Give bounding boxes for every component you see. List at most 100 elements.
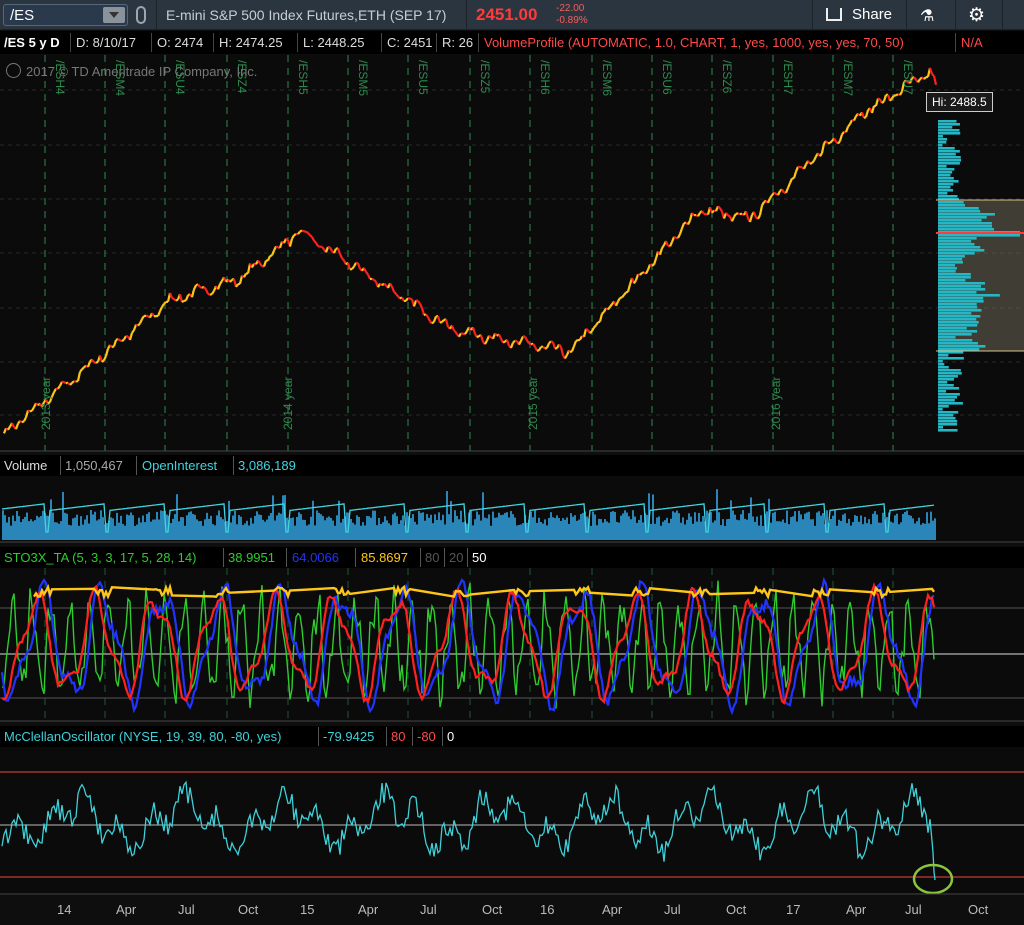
x-axis-label: Jul — [905, 902, 922, 917]
volume-bar — [776, 521, 778, 540]
profile-bar — [938, 354, 949, 357]
volume-bar — [92, 514, 94, 540]
contract-label: /ESH6 — [538, 60, 552, 95]
price-segment — [825, 140, 829, 145]
volume-bar — [388, 523, 390, 540]
price-segment — [601, 311, 605, 315]
volume-label[interactable]: Volume — [4, 458, 47, 473]
price-segment — [397, 295, 401, 300]
volume-bar — [882, 512, 884, 540]
volume-bar — [20, 522, 22, 540]
volume-bar — [412, 514, 414, 540]
volume-bar — [398, 523, 400, 540]
volume-bar — [838, 519, 840, 540]
profile-bar — [938, 423, 957, 426]
volume-bar — [810, 519, 812, 540]
volume-bar — [822, 513, 824, 540]
volume-bar — [574, 515, 576, 540]
profile-bar — [938, 297, 984, 300]
open-interest-label[interactable]: OpenInterest — [142, 458, 217, 473]
profile-bar — [938, 420, 958, 423]
contract-label: /ESU5 — [416, 60, 430, 95]
sto-label[interactable]: STO3X_TA (5, 3, 3, 17, 5, 28, 14) — [4, 550, 196, 565]
volume-bar — [278, 512, 280, 540]
volume-bar — [70, 525, 72, 540]
volume-bar — [438, 512, 440, 540]
volume-bar — [314, 525, 316, 540]
info-icon[interactable] — [6, 63, 21, 78]
volume-bar — [706, 510, 708, 540]
volume-bar — [242, 525, 244, 540]
volume-bar — [136, 524, 138, 540]
price-segment — [717, 205, 721, 209]
volume-bar — [686, 519, 688, 540]
mcc-pane-bg — [0, 747, 1024, 894]
volume-bar — [788, 524, 790, 540]
profile-bar — [938, 417, 956, 420]
volume-bar — [266, 519, 268, 540]
volume-bar — [540, 521, 542, 540]
volume-bar — [62, 491, 64, 540]
profile-bar — [938, 372, 962, 375]
volume-bar — [334, 525, 336, 540]
price-segment — [585, 327, 589, 332]
volume-bar — [858, 521, 860, 540]
volume-bar — [592, 511, 594, 540]
volume-bar — [750, 497, 752, 540]
volume-bar — [454, 510, 456, 540]
price-segment — [528, 342, 532, 346]
x-axis-label: 14 — [57, 902, 72, 917]
price-segment — [301, 229, 305, 233]
volume-bar — [330, 517, 332, 540]
price-segment — [313, 239, 317, 244]
volume-bar — [214, 525, 216, 540]
volume-bar — [598, 518, 600, 540]
volume-bar — [874, 511, 876, 540]
volume-bar — [54, 522, 56, 540]
volume-bar — [316, 510, 318, 540]
price-segment — [597, 320, 601, 324]
volume-bar — [904, 511, 906, 540]
price-segment — [383, 282, 387, 287]
volume-bar — [2, 510, 4, 540]
mcc-upper: 80 — [391, 729, 406, 744]
price-segment — [305, 230, 309, 234]
profile-bar — [938, 390, 947, 393]
volume-bar — [478, 514, 480, 540]
x-axis-label: 17 — [786, 902, 801, 917]
volume-bar — [418, 511, 420, 540]
profile-bar — [938, 342, 978, 345]
volume-bar — [176, 494, 178, 540]
volume-bar — [820, 515, 822, 540]
volume-bar — [780, 521, 782, 540]
volume-bar — [508, 517, 510, 540]
price-segment — [75, 379, 79, 383]
volume-bar — [294, 525, 296, 540]
profile-bar — [938, 330, 978, 333]
mcc-label[interactable]: McClellanOscillator (NYSE, 19, 39, 80, -… — [4, 729, 281, 744]
volume-bar — [110, 517, 112, 540]
volume-bar — [730, 500, 732, 540]
volume-bar — [622, 513, 624, 540]
volume-bar — [206, 512, 208, 540]
volume-bar — [518, 524, 520, 540]
volume-bar — [8, 516, 10, 540]
volume-bar — [342, 518, 344, 540]
volume-bar — [392, 514, 394, 540]
profile-bar — [938, 399, 955, 402]
volume-bar — [612, 511, 614, 540]
volume-bar — [930, 511, 932, 540]
volume-bar — [456, 515, 458, 540]
volume-bar — [844, 513, 846, 540]
volume-bar — [556, 515, 558, 540]
volume-bar — [270, 512, 272, 540]
volume-bar — [662, 521, 664, 540]
price-segment — [341, 257, 345, 262]
volume-bar — [220, 517, 222, 540]
profile-bar — [938, 219, 982, 222]
volume-bar — [842, 514, 844, 540]
profile-bar — [938, 312, 972, 315]
volume-bar — [498, 512, 500, 540]
profile-bar — [938, 378, 955, 381]
profile-bar — [938, 210, 981, 213]
